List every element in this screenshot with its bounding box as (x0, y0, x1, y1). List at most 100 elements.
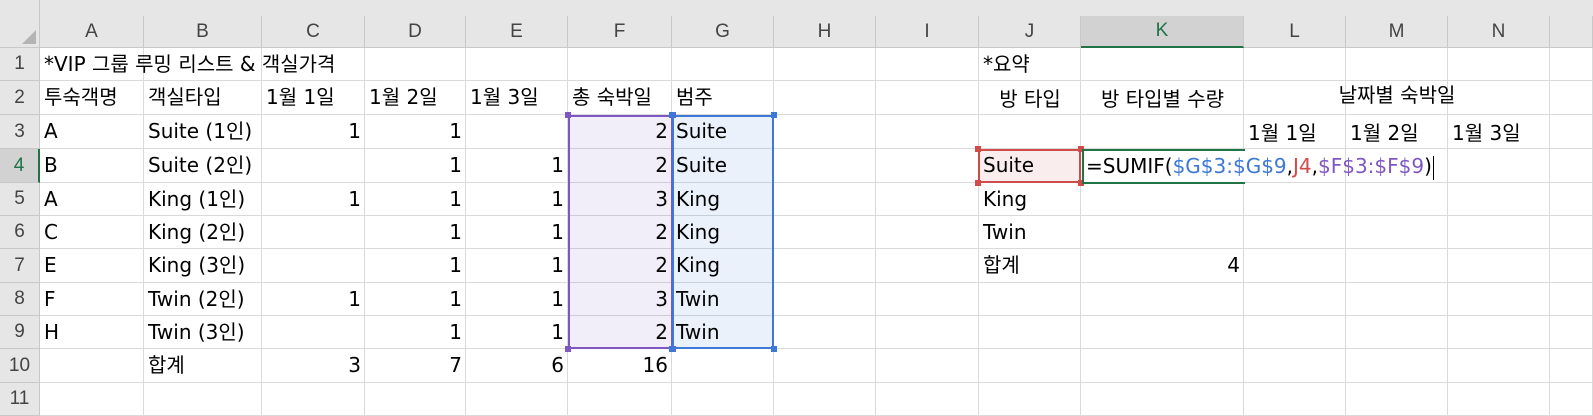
cell-h4[interactable] (774, 149, 876, 183)
cell-n7[interactable] (1448, 249, 1550, 283)
cell-m10[interactable] (1346, 349, 1448, 383)
range-highlight-j4-handle[interactable] (975, 146, 981, 152)
column-header-f[interactable]: F (568, 16, 672, 48)
cell-j11[interactable] (979, 383, 1081, 416)
cell-e1[interactable] (466, 48, 568, 81)
cell-n9[interactable] (1448, 316, 1550, 349)
row-header-7[interactable]: 7 (0, 249, 40, 283)
select-all-corner[interactable] (0, 0, 40, 48)
cell-i7[interactable] (876, 249, 979, 283)
cell-m11[interactable] (1346, 383, 1448, 416)
cell-h10[interactable] (774, 349, 876, 383)
cell-c11[interactable] (262, 383, 365, 416)
cell-f11[interactable] (568, 383, 672, 416)
cell-o3[interactable] (1550, 115, 1593, 149)
cell-h6[interactable] (774, 216, 876, 249)
column-header-overflow[interactable] (1550, 16, 1593, 48)
cell-m7[interactable] (1346, 249, 1448, 283)
cell-g10[interactable] (672, 349, 774, 383)
cell-i4[interactable] (876, 149, 979, 183)
cell-o7[interactable] (1550, 249, 1593, 283)
cell-n6[interactable] (1448, 216, 1550, 249)
cell-n1[interactable] (1448, 48, 1550, 81)
row-header-6[interactable]: 6 (0, 216, 40, 249)
cell-h7[interactable] (774, 249, 876, 283)
cell-l6[interactable] (1244, 216, 1346, 249)
cell-k1[interactable] (1081, 48, 1244, 81)
cell-h3[interactable] (774, 115, 876, 149)
column-header-a[interactable]: A (40, 16, 144, 48)
column-header-d[interactable]: D (365, 16, 466, 48)
row-header-11[interactable]: 11 (0, 383, 40, 416)
cell-n4[interactable] (1448, 149, 1550, 183)
cell-l1[interactable] (1244, 48, 1346, 81)
cell-i11[interactable] (876, 383, 979, 416)
row-header-4[interactable]: 4 (0, 149, 40, 183)
cell-l7[interactable] (1244, 249, 1346, 283)
cell-g1[interactable] (672, 48, 774, 81)
row-header-10[interactable]: 10 (0, 349, 40, 383)
cell-i9[interactable] (876, 316, 979, 349)
cell-a10[interactable] (40, 349, 144, 383)
cell-o4[interactable] (1550, 149, 1593, 183)
cell-i10[interactable] (876, 349, 979, 383)
cell-j3[interactable] (979, 115, 1081, 149)
row-header-1[interactable]: 1 (0, 48, 40, 81)
cell-c4[interactable] (262, 149, 365, 183)
cell-k6[interactable] (1081, 216, 1244, 249)
column-header-m[interactable]: M (1346, 16, 1448, 48)
row-header-5[interactable]: 5 (0, 183, 40, 216)
cell-d1[interactable] (365, 48, 466, 81)
cell-l10[interactable] (1244, 349, 1346, 383)
cell-i2[interactable] (876, 81, 979, 115)
range-highlight-g3-g9-handle[interactable] (669, 346, 675, 352)
cell-l9[interactable] (1244, 316, 1346, 349)
cell-l5[interactable] (1244, 183, 1346, 216)
cell-m9[interactable] (1346, 316, 1448, 349)
column-header-e[interactable]: E (466, 16, 568, 48)
range-highlight-g3-g9-handle[interactable] (771, 346, 777, 352)
column-header-c[interactable]: C (262, 16, 365, 48)
column-header-l[interactable]: L (1244, 16, 1346, 48)
cell-m8[interactable] (1346, 283, 1448, 316)
range-highlight-g3-g9-handle[interactable] (771, 112, 777, 118)
row-header-3[interactable]: 3 (0, 115, 40, 149)
range-highlight-g3-g9-handle[interactable] (669, 112, 675, 118)
cell-k9[interactable] (1081, 316, 1244, 349)
cell-l8[interactable] (1244, 283, 1346, 316)
column-header-g[interactable]: G (672, 16, 774, 48)
cell-c9[interactable] (262, 316, 365, 349)
column-header-j[interactable]: J (979, 16, 1081, 48)
cell-c7[interactable] (262, 249, 365, 283)
cell-o10[interactable] (1550, 349, 1593, 383)
column-header-n[interactable]: N (1448, 16, 1550, 48)
cell-o9[interactable] (1550, 316, 1593, 349)
cell-n5[interactable] (1448, 183, 1550, 216)
cell-j10[interactable] (979, 349, 1081, 383)
cell-o6[interactable] (1550, 216, 1593, 249)
cell-e11[interactable] (466, 383, 568, 416)
row-header-2[interactable]: 2 (0, 81, 40, 115)
cell-i1[interactable] (876, 48, 979, 81)
cell-n8[interactable] (1448, 283, 1550, 316)
cell-e3[interactable] (466, 115, 568, 149)
row-header-9[interactable]: 9 (0, 316, 40, 349)
cell-k5[interactable] (1081, 183, 1244, 216)
range-highlight-j4-handle[interactable] (975, 180, 981, 186)
cell-n10[interactable] (1448, 349, 1550, 383)
cell-i5[interactable] (876, 183, 979, 216)
cell-o5[interactable] (1550, 183, 1593, 216)
cell-m1[interactable] (1346, 48, 1448, 81)
cell-i6[interactable] (876, 216, 979, 249)
cell-h9[interactable] (774, 316, 876, 349)
cell-h1[interactable] (774, 48, 876, 81)
cell-f1[interactable] (568, 48, 672, 81)
column-header-i[interactable]: I (876, 16, 979, 48)
cell-a11[interactable] (40, 383, 144, 416)
cell-i3[interactable] (876, 115, 979, 149)
cell-b11[interactable] (144, 383, 262, 416)
cell-k3[interactable] (1081, 115, 1244, 149)
column-header-h[interactable]: H (774, 16, 876, 48)
cell-c6[interactable] (262, 216, 365, 249)
cell-h8[interactable] (774, 283, 876, 316)
